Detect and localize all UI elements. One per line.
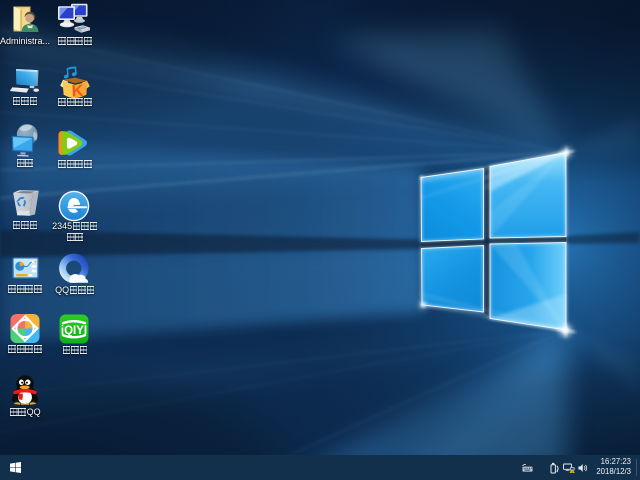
svg-text:iQIYI: iQIYI bbox=[61, 325, 87, 337]
svg-text:K: K bbox=[71, 82, 84, 98]
